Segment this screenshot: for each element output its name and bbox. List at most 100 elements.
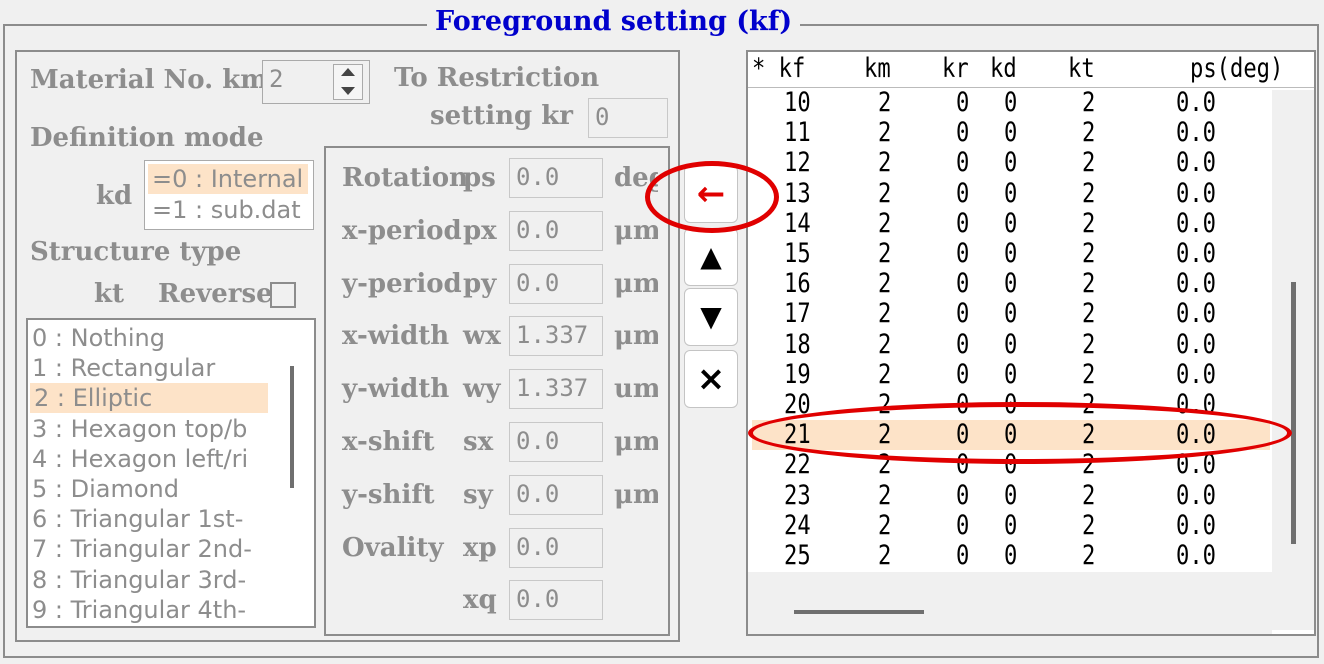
table-cell: 14 [784, 207, 811, 239]
table-cell: 13 [784, 177, 811, 209]
spinner-buttons[interactable] [333, 64, 363, 100]
table-cell: 2 [878, 298, 892, 330]
param-label: Ovality [342, 532, 444, 563]
table-cell: 0 [1004, 117, 1018, 149]
table-cell: 0 [1004, 87, 1018, 118]
table-cell: 2 [1082, 117, 1096, 149]
table-cell: 19 [784, 358, 811, 390]
table-cell: 0 [1004, 207, 1018, 239]
table-cell: 0 [1004, 509, 1018, 541]
material-value: 2 [269, 65, 284, 93]
table-hscroll-area[interactable] [748, 572, 1272, 634]
structure-item[interactable]: 0 : Nothing [32, 323, 165, 353]
table-cell: 2 [1082, 238, 1096, 269]
param-symbol: sy [463, 479, 493, 510]
table-cell: 2 [1082, 479, 1096, 511]
param-unit: μm [614, 427, 658, 457]
table-cell: 0 [1004, 328, 1018, 360]
param-field[interactable]: 0.0 [509, 580, 603, 621]
table-cell: 0 [1004, 177, 1018, 209]
table-cell: 0.0 [1176, 479, 1217, 511]
table-cell: 0 [956, 358, 970, 390]
table-cell: 0.0 [1176, 87, 1217, 118]
delete-button[interactable]: × [684, 350, 738, 408]
table-cell: 0 [956, 177, 970, 209]
table-cell: 0 [956, 238, 970, 269]
param-symbol: xp [463, 532, 497, 563]
spin-up-icon[interactable] [341, 68, 355, 76]
param-label: Rotation [342, 163, 468, 193]
table-cell: 2 [878, 87, 892, 118]
kd-option-subdat[interactable]: =1 : sub.dat [148, 195, 301, 225]
down-triangle-icon: ▼ [700, 300, 722, 333]
reverse-checkbox[interactable] [270, 282, 296, 308]
structure-item[interactable]: 9 : Triangular 4th- [32, 595, 246, 625]
table-cell: 11 [784, 117, 811, 149]
param-field[interactable]: 0.0 [509, 263, 603, 304]
table-cell: 0 [956, 298, 970, 330]
move-down-button[interactable]: ▼ [684, 288, 738, 346]
definition-mode-list[interactable]: =0 : Internal =1 : sub.dat [144, 160, 314, 230]
kd-option-internal[interactable]: =0 : Internal [148, 164, 308, 194]
table-cell: 0.0 [1176, 298, 1217, 330]
param-symbol: xq [463, 585, 497, 616]
foreground-table[interactable] [746, 50, 1316, 636]
table-cell: 2 [1082, 268, 1096, 300]
param-field[interactable]: 0.0 [509, 158, 603, 198]
structure-list-scrollbar[interactable] [290, 366, 294, 488]
restriction-label-2: setting kr [430, 101, 573, 131]
table-cell: 0 [1004, 147, 1018, 179]
structure-item[interactable]: 6 : Triangular 1st- [32, 504, 243, 534]
table-hscroll-thumb[interactable] [794, 610, 924, 614]
table-cell: 2 [1082, 207, 1096, 239]
table-cell: 0.0 [1176, 328, 1217, 360]
table-cell: 0 [956, 147, 970, 179]
structure-item[interactable]: 3 : Hexagon top/b [32, 414, 247, 444]
table-cell: 12 [784, 147, 811, 179]
table-cell: 18 [784, 328, 811, 360]
param-field[interactable]: 1.337 [509, 316, 603, 357]
param-field[interactable]: 0.0 [509, 210, 603, 251]
param-symbol: wy [463, 374, 501, 405]
param-field[interactable]: 0.0 [509, 474, 603, 515]
param-unit: μm [614, 479, 658, 510]
table-cell: 25 [784, 540, 811, 571]
kd-label: kd [96, 181, 133, 211]
table-cell: 2 [1082, 298, 1096, 330]
table-cell: 0.0 [1176, 268, 1217, 300]
table-cell: 2 [878, 509, 892, 541]
up-triangle-icon: ▲ [700, 240, 722, 273]
structure-item[interactable]: 1 : Rectangular [32, 353, 215, 383]
param-field[interactable]: 1.337 [509, 369, 603, 410]
move-up-button[interactable]: ▲ [684, 228, 738, 286]
table-cell: 0.0 [1176, 147, 1217, 179]
restriction-field[interactable]: 0 [588, 98, 668, 138]
param-unit: um [614, 374, 658, 405]
table-cell: 0 [956, 87, 970, 118]
table-cell: 24 [784, 509, 811, 541]
spin-down-icon[interactable] [341, 87, 355, 95]
table-cell: 0 [1004, 479, 1018, 511]
table-cell: 2 [878, 328, 892, 360]
param-symbol: px [463, 215, 497, 246]
structure-item[interactable]: 8 : Triangular 3rd- [32, 565, 246, 595]
table-cell: 0 [956, 540, 970, 571]
structure-item[interactable]: 4 : Hexagon left/ri [32, 444, 248, 474]
param-field[interactable]: 0.0 [509, 422, 603, 462]
structure-item[interactable]: 7 : Triangular 2nd- [32, 534, 252, 564]
column-header: ps(deg) [1190, 53, 1284, 84]
param-field[interactable]: 0.0 [509, 527, 603, 568]
table-vscroll-thumb[interactable] [1291, 282, 1296, 544]
group-title: Foreground setting (kf) [427, 2, 801, 42]
param-label: y-period [342, 268, 462, 299]
structure-item[interactable]: 5 : Diamond [32, 474, 179, 504]
param-symbol: ps [463, 163, 496, 193]
structure-type-list[interactable]: 0 : Nothing 1 : Rectangular 2 : Elliptic 3 … [26, 318, 316, 628]
table-cell: 2 [1082, 177, 1096, 209]
structure-item[interactable]: 2 : Elliptic [30, 383, 268, 414]
param-symbol: wx [463, 321, 501, 352]
table-cell: 2 [1082, 87, 1096, 118]
param-label: x-period [342, 215, 462, 246]
table-cell: 0 [956, 328, 970, 360]
column-header: km [864, 53, 891, 84]
